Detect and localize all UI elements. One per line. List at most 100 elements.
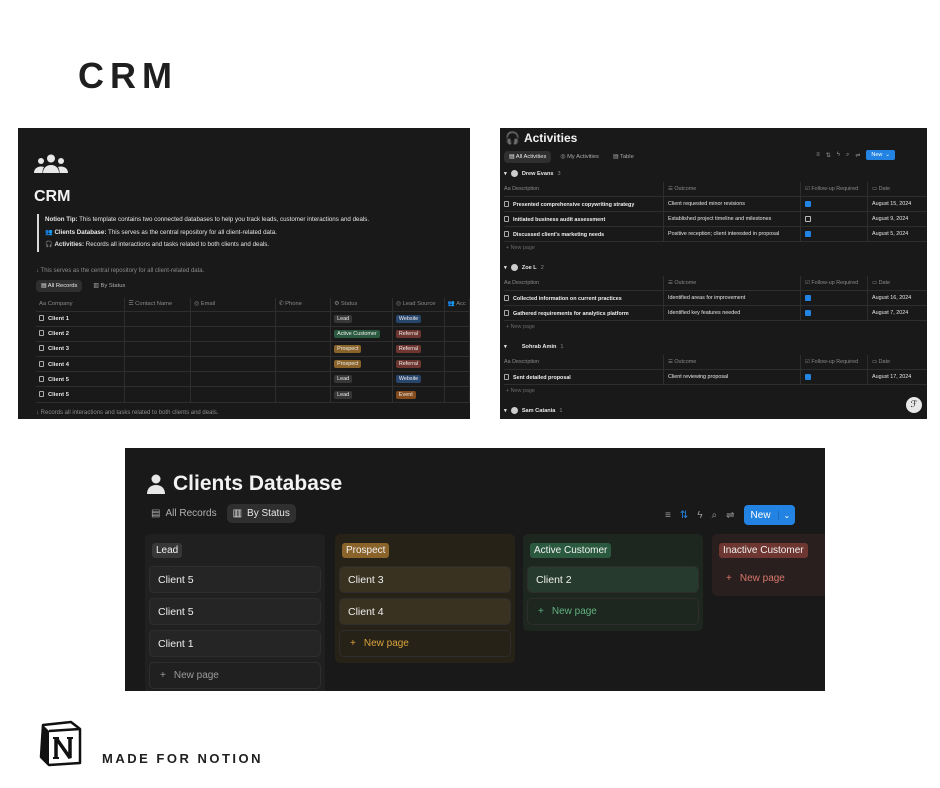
table-row[interactable]: Client 1 Lead Website [36, 311, 470, 327]
tab-table[interactable]: ▤ Table [608, 151, 639, 163]
new-page-button[interactable]: + New page [506, 245, 535, 251]
email-cell[interactable] [190, 386, 276, 403]
company-cell[interactable]: Client 3 [36, 341, 126, 358]
account-cell[interactable] [444, 371, 470, 388]
phone-cell[interactable] [275, 341, 332, 358]
follow-up-checkbox[interactable] [805, 231, 811, 237]
status-cell[interactable]: Prospect [330, 356, 393, 373]
lead-source-cell[interactable]: Website [392, 311, 445, 327]
company-cell[interactable]: Client 5 [36, 371, 126, 388]
client-card[interactable]: Client 1 [149, 630, 321, 657]
email-cell[interactable] [190, 356, 276, 373]
table-row[interactable]: Client 5 Lead Website [36, 371, 470, 388]
follow-up-cell[interactable] [800, 370, 867, 384]
email-cell[interactable] [190, 311, 276, 327]
filter-icon[interactable]: ≡ [816, 152, 820, 158]
follow-up-cell[interactable] [800, 212, 867, 226]
contact-cell[interactable] [124, 386, 192, 403]
table-row[interactable]: Client 5 Lead Event [36, 386, 470, 403]
sort-icon[interactable]: ⇅ [826, 152, 831, 159]
new-page-button[interactable]: + New page [506, 324, 535, 330]
lead-source-cell[interactable]: Website [392, 371, 445, 388]
status-cell[interactable]: Active Customer [330, 326, 393, 342]
group-header[interactable]: ▾ Drew Evans 3 [504, 170, 561, 177]
contact-cell[interactable] [124, 356, 192, 373]
activity-row[interactable]: Initiated business audit assessment Estab… [504, 212, 927, 227]
description-cell[interactable]: Initiated business audit assessment [504, 215, 663, 223]
new-button[interactable]: New ⌄ [866, 150, 895, 160]
phone-cell[interactable] [275, 371, 332, 388]
email-cell[interactable] [190, 371, 276, 388]
contact-cell[interactable] [124, 371, 192, 388]
filter-icon[interactable]: ≡ [665, 510, 671, 521]
follow-up-checkbox[interactable] [805, 310, 811, 316]
tab-my-activities[interactable]: ◎ My Activities [555, 151, 604, 163]
chevron-down-icon[interactable]: ▾ [504, 408, 507, 414]
account-cell[interactable] [444, 356, 470, 373]
description-cell[interactable]: Sent detailed proposal [504, 373, 663, 381]
status-cell[interactable]: Lead [330, 371, 393, 388]
phone-cell[interactable] [275, 356, 332, 373]
account-cell[interactable] [444, 326, 470, 342]
table-row[interactable]: Client 3 Prospect Referral [36, 341, 470, 358]
new-page-button[interactable]: + New page [339, 630, 511, 657]
group-header[interactable]: ▾ Zoe L2 [504, 264, 544, 271]
activity-row[interactable]: Discussed client's marketing needs Positi… [504, 227, 927, 242]
chevron-down-icon[interactable]: ⌄ [885, 152, 890, 158]
new-page-button[interactable]: + New page [716, 566, 825, 590]
activity-row[interactable]: Presented comprehensive copywriting stra… [504, 197, 927, 212]
activity-row[interactable]: Collected information on current practic… [504, 291, 927, 306]
contact-cell[interactable] [124, 326, 192, 342]
lead-source-cell[interactable]: Referral [392, 341, 445, 358]
automation-icon[interactable]: ϟ [837, 152, 840, 158]
client-card[interactable]: Client 5 [149, 566, 321, 593]
follow-up-cell[interactable] [800, 227, 867, 241]
description-cell[interactable]: Gathered requirements for analytics plat… [504, 309, 663, 317]
table-row[interactable]: Client 4 Prospect Referral [36, 356, 470, 373]
chevron-down-icon[interactable]: ▾ [504, 171, 507, 177]
search-icon[interactable]: ⌕ [846, 152, 849, 159]
search-icon[interactable]: ⌕ [712, 510, 718, 521]
status-cell[interactable]: Prospect [330, 341, 393, 358]
group-header[interactable]: ▾ Sam Catania 1 [504, 407, 563, 414]
settings-icon[interactable]: ⇌ [855, 152, 860, 159]
help-bubble-icon[interactable]: ℱ [906, 397, 922, 413]
new-button[interactable]: New ⌄ [743, 505, 796, 525]
description-cell[interactable]: Presented comprehensive copywriting stra… [504, 200, 663, 208]
contact-cell[interactable] [124, 341, 192, 358]
tab-all-records[interactable]: ▤ All Records [145, 504, 223, 523]
phone-cell[interactable] [275, 311, 332, 327]
tab-all-activities[interactable]: ▤ All Activities [504, 151, 552, 163]
table-row[interactable]: Client 2 Active Customer Referral [36, 326, 470, 342]
contact-cell[interactable] [124, 311, 192, 327]
phone-cell[interactable] [275, 326, 332, 342]
client-card[interactable]: Client 2 [527, 566, 699, 593]
follow-up-cell[interactable] [800, 197, 867, 211]
sort-icon[interactable]: ⇅ [680, 510, 688, 521]
email-cell[interactable] [190, 326, 276, 342]
settings-icon[interactable]: ⇌ [726, 510, 734, 521]
lead-source-cell[interactable]: Referral [392, 326, 445, 342]
follow-up-checkbox[interactable] [805, 374, 811, 380]
client-card[interactable]: Client 4 [339, 598, 511, 625]
follow-up-checkbox[interactable] [805, 216, 811, 222]
follow-up-checkbox[interactable] [805, 201, 811, 207]
status-cell[interactable]: Lead [330, 311, 393, 327]
follow-up-cell[interactable] [800, 306, 867, 320]
new-page-button[interactable]: + New page [506, 388, 535, 394]
account-cell[interactable] [444, 386, 470, 403]
lead-source-cell[interactable]: Referral [392, 356, 445, 373]
phone-cell[interactable] [275, 386, 332, 403]
tab-by-status[interactable]: ▥ By Status [226, 504, 296, 523]
chevron-down-icon[interactable]: ▾ [504, 344, 507, 350]
email-cell[interactable] [190, 341, 276, 358]
activities-label[interactable]: Activities: [54, 241, 84, 248]
company-cell[interactable]: Client 1 [36, 311, 126, 327]
account-cell[interactable] [444, 341, 470, 358]
group-header[interactable]: ▾ Sohrab Amin 1 [504, 343, 564, 350]
status-cell[interactable]: Lead [330, 386, 393, 403]
description-cell[interactable]: Discussed client's marketing needs [504, 230, 663, 238]
tab-by-status[interactable]: ▥ By Status [88, 280, 130, 292]
follow-up-cell[interactable] [800, 291, 867, 305]
clients-db-label[interactable]: Clients Database: [54, 229, 106, 236]
